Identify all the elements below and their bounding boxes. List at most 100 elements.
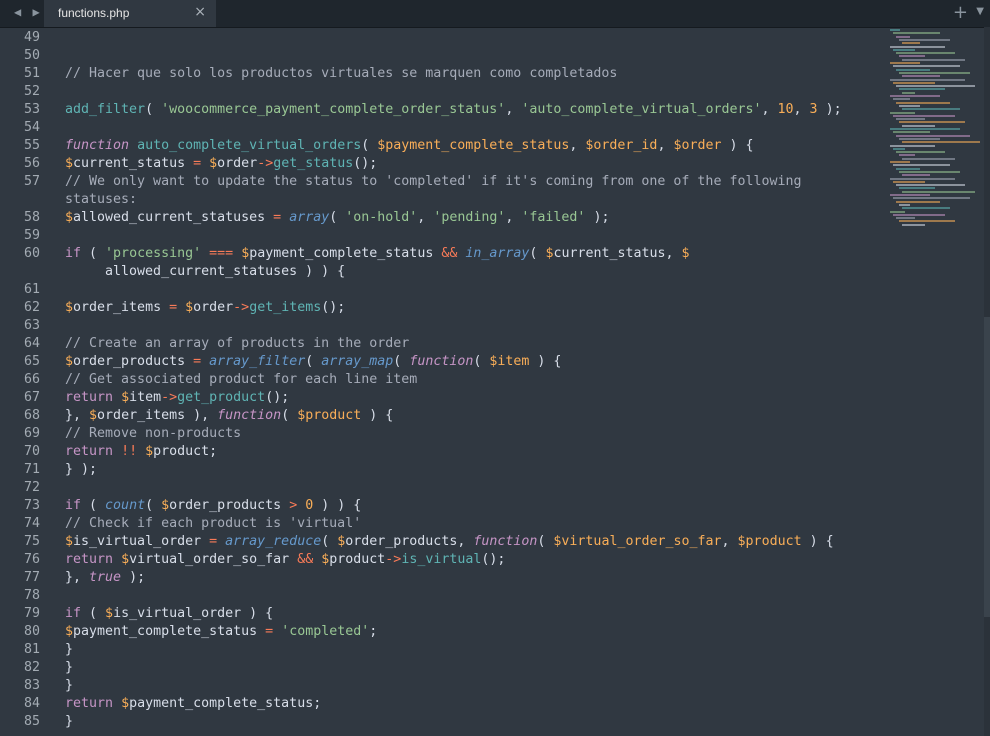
- minimap[interactable]: [888, 27, 984, 227]
- code-token: ) {: [361, 408, 394, 423]
- code-token: $: [89, 408, 98, 423]
- tab-dropdown-icon[interactable]: ▼: [976, 6, 984, 17]
- minimap-line: [899, 154, 915, 157]
- minimap-line: [899, 38, 950, 41]
- code-token: auto_complete_virtual_orders: [137, 138, 362, 153]
- code-token: current_status: [73, 156, 194, 171]
- line-number: 50: [23, 48, 40, 63]
- minimap-line: [899, 220, 955, 223]
- tab-functions-php[interactable]: functions.php ×: [44, 0, 216, 27]
- code-token: function: [409, 354, 474, 369]
- code-token: =: [209, 534, 218, 549]
- line-number: 72: [23, 480, 40, 495]
- code-token: },: [65, 570, 90, 585]
- code-token: $: [185, 300, 194, 315]
- line-number: 66: [23, 372, 40, 387]
- code-line[interactable]: add_filter( 'woocommerce_payment_complet…: [65, 101, 842, 119]
- line-number: 82: [23, 660, 40, 675]
- code-line[interactable]: }: [65, 641, 73, 659]
- code-token: (: [393, 354, 410, 369]
- code-line[interactable]: // Get associated product for each line …: [65, 371, 417, 389]
- line-number: [0, 191, 40, 209]
- minimap-line: [890, 95, 940, 97]
- code-token: (: [281, 408, 298, 423]
- code-token: array_map: [321, 354, 394, 369]
- code-token: 'woocommerce_payment_complete_order_stat…: [161, 102, 506, 117]
- line-number: 59: [23, 228, 40, 243]
- code-token: ,: [793, 102, 810, 117]
- code-line[interactable]: if ( 'processing' === $payment_complete_…: [65, 245, 690, 263]
- line-number: 53: [23, 102, 40, 117]
- code-line[interactable]: $order_items = $order->get_items();: [65, 299, 345, 317]
- code-token: return: [65, 444, 114, 459]
- code-line[interactable]: if ( count( $order_products > 0 ) ) {: [65, 497, 361, 515]
- code-line[interactable]: // We only want to update the status to …: [65, 173, 802, 191]
- code-line[interactable]: }: [65, 677, 73, 695]
- code-token: $: [241, 246, 250, 261]
- code-line[interactable]: // Hacer que solo los productos virtuale…: [65, 65, 617, 83]
- vertical-scrollbar[interactable]: [984, 27, 990, 736]
- code-line[interactable]: function auto_complete_virtual_orders( $…: [65, 137, 754, 155]
- minimap-line: [902, 207, 950, 210]
- minimap-line: [890, 62, 920, 64]
- code-token: (: [81, 498, 106, 513]
- code-line[interactable]: return $virtual_order_so_far && $product…: [65, 551, 505, 569]
- code-line[interactable]: allowed_current_statuses ) ) {: [65, 263, 345, 281]
- code-token: }: [65, 678, 74, 693]
- code-token: $: [65, 624, 74, 639]
- code-line[interactable]: // Remove non-products: [65, 425, 241, 443]
- code-line[interactable]: return $item->get_product();: [65, 389, 289, 407]
- code-line[interactable]: statuses:: [65, 191, 137, 209]
- code-token: =: [265, 624, 274, 639]
- code-editor[interactable]: 49 50 51 52 53 54 55 56 57 58 59 60 61 62 63 64 65 66 67 68…: [0, 27, 990, 736]
- code-token: statuses:: [65, 192, 138, 207]
- code-token: get_items: [249, 300, 322, 315]
- line-number: 57: [23, 174, 40, 189]
- code-line[interactable]: }, $order_items ), function( $product ) …: [65, 407, 393, 425]
- code-token: get_status: [273, 156, 354, 171]
- minimap-line: [893, 81, 935, 84]
- minimap-line: [896, 85, 975, 88]
- code-line[interactable]: } );: [65, 461, 97, 479]
- code-token: );: [585, 210, 610, 225]
- code-token: in_array: [465, 246, 530, 261]
- code-token: !!: [121, 444, 138, 459]
- code-line[interactable]: $payment_complete_status = 'completed';: [65, 623, 377, 641]
- code-token: order_products: [169, 498, 290, 513]
- minimap-line: [893, 197, 970, 200]
- code-line[interactable]: return !! $product;: [65, 443, 217, 461]
- code-token: ,: [417, 210, 434, 225]
- code-token: // Hacer que solo los productos virtuale…: [65, 66, 618, 81]
- minimap-line: [902, 174, 930, 177]
- code-line[interactable]: // Check if each product is 'virtual': [65, 515, 361, 533]
- tab-navigation-arrows[interactable]: ◀ ▶: [14, 5, 42, 19]
- line-number: 56: [23, 156, 40, 171]
- code-token: (: [321, 534, 338, 549]
- new-tab-icon[interactable]: +: [953, 2, 968, 23]
- code-line[interactable]: }, true );: [65, 569, 145, 587]
- line-number: 70: [23, 444, 40, 459]
- code-line[interactable]: return $payment_complete_status;: [65, 695, 321, 713]
- code-line[interactable]: $is_virtual_order = array_reduce( $order…: [65, 533, 834, 551]
- close-icon[interactable]: ×: [194, 4, 206, 20]
- code-line[interactable]: $current_status = $order->get_status();: [65, 155, 377, 173]
- line-number: 79: [23, 606, 40, 621]
- minimap-line: [896, 52, 955, 55]
- code-token: $: [65, 210, 74, 225]
- code-token: $: [145, 444, 154, 459]
- code-token: );: [817, 102, 842, 117]
- code-line[interactable]: $allowed_current_statuses = array( 'on-h…: [65, 209, 609, 227]
- code-line[interactable]: if ( $is_virtual_order ) {: [65, 605, 273, 623]
- scrollbar-thumb[interactable]: [984, 317, 990, 617]
- code-line[interactable]: }: [65, 659, 73, 677]
- code-line[interactable]: // Create an array of products in the or…: [65, 335, 409, 353]
- minimap-line: [899, 71, 970, 74]
- line-number: 62: [23, 300, 40, 315]
- code-token: is_virtual_order: [73, 534, 210, 549]
- line-number: 54: [23, 120, 40, 135]
- code-token: }: [65, 660, 74, 675]
- minimap-line: [902, 190, 975, 193]
- code-line[interactable]: }: [65, 713, 73, 731]
- code-line[interactable]: $order_products = array_filter( array_ma…: [65, 353, 561, 371]
